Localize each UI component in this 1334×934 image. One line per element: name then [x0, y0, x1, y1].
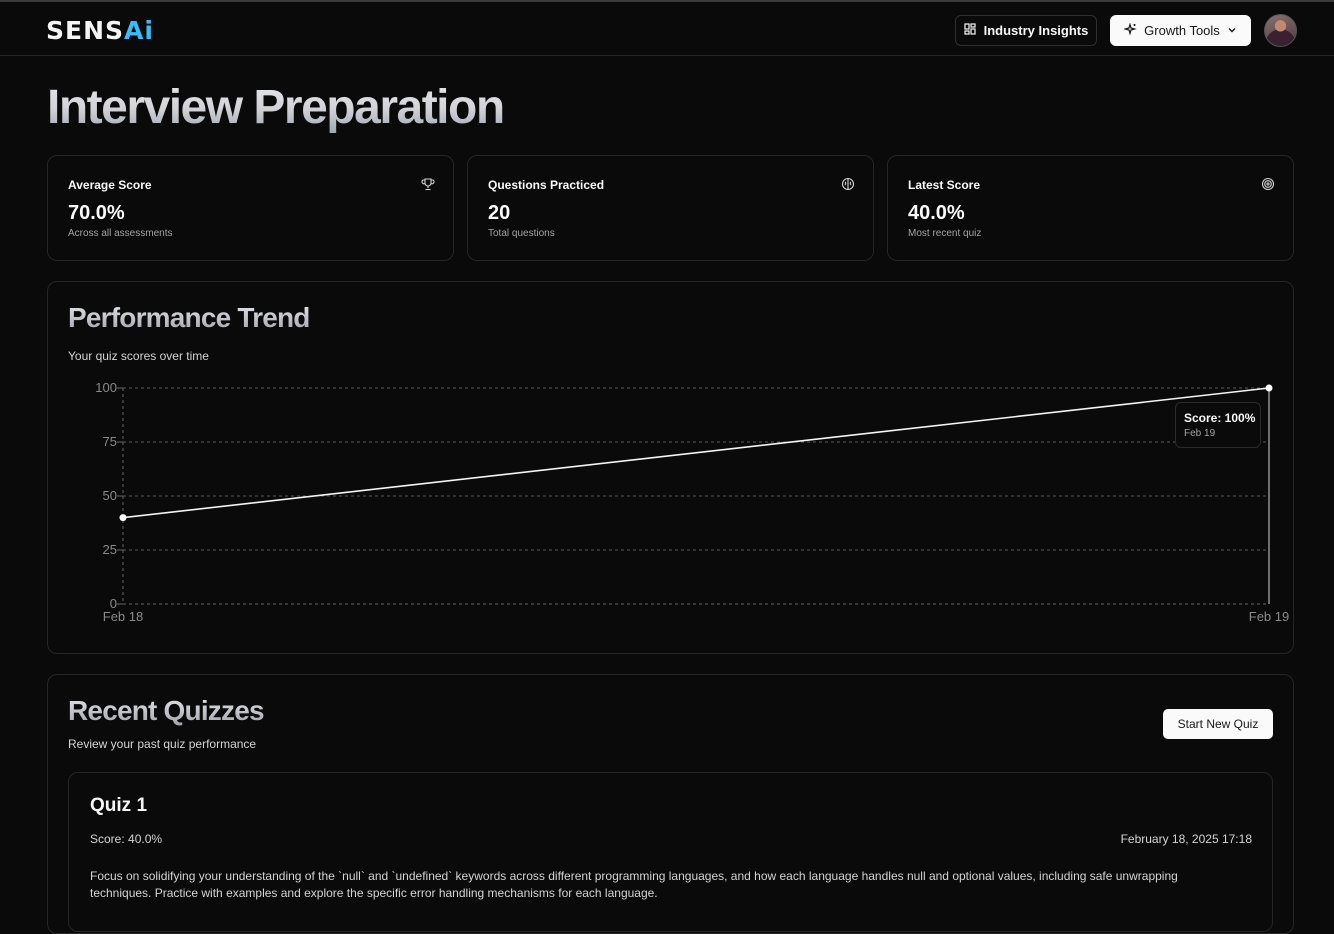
stat-label: Questions Practiced — [488, 178, 605, 192]
trophy-icon — [421, 177, 435, 191]
chart-tooltip: Score: 100% Feb 19 — [1175, 402, 1261, 448]
quiz-score: Score: 40.0% — [90, 832, 163, 846]
brain-icon — [841, 177, 855, 191]
user-avatar[interactable] — [1264, 14, 1297, 47]
score-point — [1265, 384, 1273, 392]
tooltip-score: Score: 100% — [1184, 411, 1256, 425]
industry-insights-label: Industry Insights — [983, 23, 1089, 38]
stat-value: 20 — [488, 202, 511, 224]
sensai-logo[interactable]: SENS Ai — [46, 16, 154, 45]
x-tick-label: Feb 18 — [103, 609, 143, 624]
quiz-improvement-tip: Focus on solidifying your understanding … — [90, 869, 1178, 900]
stat-subtext: Most recent quiz — [908, 228, 982, 239]
performance-trend-chart: 0255075100Feb 18 Feb 19 — [95, 380, 1289, 624]
y-tick-label: 25 — [103, 542, 117, 557]
recent-quizzes-subtitle: Review your past quiz performance — [68, 737, 257, 751]
stat-subtext: Total questions — [488, 228, 555, 239]
logo-accent-text: Ai — [124, 16, 154, 45]
stat-subtext: Across all assessments — [68, 228, 173, 239]
x-tick-label: Feb 19 — [1249, 609, 1289, 624]
growth-tools-label: Growth Tools — [1144, 23, 1220, 38]
sparkles-icon — [1123, 21, 1137, 39]
dashboard-icon — [964, 23, 976, 38]
stat-label: Latest Score — [908, 178, 981, 192]
stat-value: 70.0% — [68, 202, 125, 224]
quiz-title: Quiz 1 — [90, 795, 148, 816]
page-title: Interview Preparation — [47, 81, 505, 134]
score-point — [119, 514, 127, 522]
y-tick-label: 75 — [103, 434, 117, 449]
chevron-down-icon — [1227, 23, 1237, 38]
latest-score-card: Latest Score 40.0% Most recent quiz — [887, 155, 1294, 261]
quiz-date: February 18, 2025 17:18 — [1120, 832, 1252, 846]
top-navbar: SENS Ai Industry Insights Growth Tools — [0, 0, 1334, 56]
questions-practiced-card: Questions Practiced 20 Total questions — [467, 155, 874, 261]
growth-tools-dropdown[interactable]: Growth Tools — [1110, 15, 1251, 46]
stat-value: 40.0% — [908, 202, 965, 224]
recent-quizzes-title: Recent Quizzes — [68, 695, 265, 726]
score-line — [122, 387, 1270, 519]
tooltip-date: Feb 19 — [1184, 428, 1216, 439]
logo-text: SENS — [46, 16, 125, 45]
y-tick-label: 100 — [95, 380, 117, 395]
stat-label: Average Score — [68, 178, 152, 192]
y-tick-label: 50 — [103, 488, 117, 503]
performance-trend-card: Performance Trend Your quiz scores over … — [47, 281, 1294, 654]
quiz-item[interactable]: Quiz 1 Score: 40.0% February 18, 2025 17… — [68, 772, 1273, 932]
industry-insights-button[interactable]: Industry Insights — [955, 15, 1097, 46]
start-new-quiz-button[interactable]: Start New Quiz — [1163, 709, 1273, 739]
average-score-card: Average Score 70.0% Across all assessmen… — [47, 155, 454, 261]
recent-quizzes-card: Recent Quizzes Review your past quiz per… — [47, 674, 1294, 934]
target-icon — [1261, 177, 1275, 191]
